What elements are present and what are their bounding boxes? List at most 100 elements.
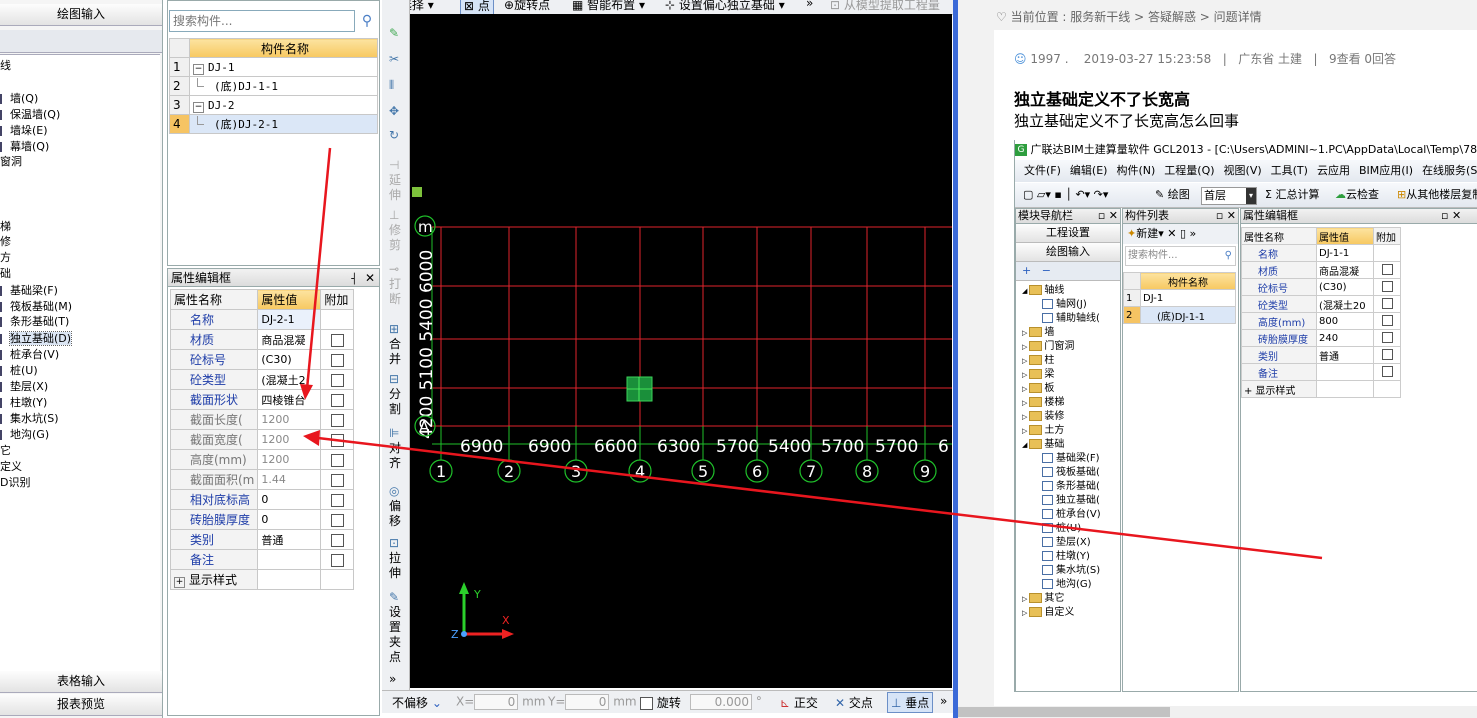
property-value-cell[interactable] (257, 549, 322, 570)
extra-checkbox[interactable] (330, 333, 344, 347)
rotate-tool-icon[interactable]: ↻ (389, 128, 403, 143)
scrollbar-thumb[interactable] (958, 707, 1170, 717)
rotate-checkbox[interactable]: 旋转 (640, 694, 681, 711)
split-button[interactable]: ⊟ 分割 (389, 372, 403, 417)
component-name-cell[interactable]: − DJ-2 (189, 95, 378, 115)
drawing-canvas[interactable]: 6900 6900 6600 6300 5700 5400 5700 5700 6 1 2 3 4 5 6… (410, 14, 952, 688)
intersect-button[interactable]: ✕ 交点 (835, 694, 873, 711)
property-value-cell[interactable]: 1200 (257, 409, 322, 430)
horizontal-scrollbar[interactable] (958, 706, 1477, 718)
property-value-cell[interactable]: 0 (257, 489, 322, 510)
search-component-input[interactable]: 搜索构件... (169, 10, 355, 32)
component-name-cell[interactable]: − DJ-1 (189, 57, 378, 77)
extra-checkbox[interactable] (330, 473, 344, 487)
extra-checkbox[interactable] (330, 553, 344, 567)
table-row[interactable]: 1− DJ-1 (169, 57, 378, 77)
vbar-more-icon[interactable]: » (389, 672, 403, 687)
extend-button[interactable]: ⊣ 延伸 (389, 158, 403, 203)
extra-checkbox[interactable] (330, 453, 344, 467)
point-button[interactable]: ⊠ 点 (460, 0, 494, 14)
pencil-icon[interactable]: ✎ (389, 26, 403, 41)
property-value-cell[interactable]: (混凝土2( (257, 369, 322, 390)
trim-button[interactable]: ⊥ 修剪 (389, 208, 403, 253)
property-row[interactable]: 砼标号 (C30) (169, 349, 355, 370)
extra-checkbox[interactable] (330, 433, 344, 447)
table-row[interactable]: 2 (底)DJ-1-1 (169, 76, 378, 96)
property-value-cell[interactable]: (C30) (257, 349, 322, 370)
nav-tree-item[interactable]: 保温墙(Q) (0, 106, 60, 122)
nav-tree-item[interactable]: D识别 (0, 474, 30, 490)
merge-button[interactable]: ⊞ 合并 (389, 322, 403, 367)
property-row[interactable]: 备注 (169, 549, 355, 570)
nav-tree-item[interactable]: 桩(U) (0, 362, 38, 378)
close-icon[interactable]: ✕ (365, 271, 375, 285)
table-row[interactable]: 3− DJ-2 (169, 95, 378, 115)
extra-checkbox[interactable] (330, 533, 344, 547)
nav-tree-item[interactable]: 方 (0, 249, 11, 265)
property-row[interactable]: 截面形状 四棱锥台 (169, 389, 355, 410)
property-row[interactable]: 高度(mm) 1200 (169, 449, 355, 470)
perp-button[interactable]: ⊥ 垂点 (887, 692, 934, 713)
component-name-cell[interactable]: (底)DJ-2-1 (189, 114, 378, 134)
property-row[interactable]: 截面长度(1200 (169, 409, 355, 430)
nav-tree-item[interactable]: 它 (0, 442, 11, 458)
expand-toggle[interactable]: + (174, 577, 185, 588)
property-value-cell[interactable]: 1.44 (257, 469, 322, 490)
nav-tree-item[interactable]: 垫层(X) (0, 378, 48, 394)
nav-tree-item[interactable]: 筏板基础(M) (0, 298, 72, 314)
table-input-button[interactable]: 表格输入 (0, 671, 162, 693)
property-row[interactable]: 材质 商品混凝 (169, 329, 355, 350)
nav-tree-item[interactable]: 墙垛(E) (0, 122, 48, 138)
property-value-cell[interactable]: 1200 (257, 429, 322, 450)
property-row[interactable]: 砖胎膜厚度 0 (169, 509, 355, 530)
scissors-icon[interactable]: ✂ (389, 52, 403, 67)
property-value-cell[interactable]: 0 (257, 509, 322, 530)
y-coord-field[interactable]: Y= 0 mm (548, 694, 637, 710)
extra-checkbox[interactable] (330, 493, 344, 507)
align-button[interactable]: ⊫ 对齐 (389, 426, 403, 471)
nav-tree-item[interactable]: 条形基础(T) (0, 313, 69, 329)
x-coord-field[interactable]: X= 0 mm (456, 694, 546, 710)
mirror-icon[interactable]: ⫴ (389, 78, 403, 93)
move-icon[interactable]: ✥ (389, 104, 403, 119)
nav-tree-item[interactable]: 修 (0, 233, 11, 249)
property-row[interactable]: 类别 普通 (169, 529, 355, 550)
smart-layout-button[interactable]: ▦ 智能布置 ▾ (572, 0, 645, 13)
set-grip-button[interactable]: ✎ 设置夹点 (389, 590, 403, 665)
property-value-cell[interactable]: 商品混凝 (257, 329, 322, 350)
question-user[interactable]: 1997 . (1030, 52, 1068, 66)
property-value-cell[interactable]: DJ-2-1 (257, 309, 322, 330)
stretch-button[interactable]: ⊡ 拉伸 (389, 536, 403, 581)
component-name-cell[interactable]: (底)DJ-1-1 (189, 76, 378, 96)
grip-point[interactable] (412, 187, 422, 197)
nav-tree-item[interactable]: 集水坑(S) (0, 410, 59, 426)
extract-quantity-button[interactable]: ⊡ 从模型提取工程量 (830, 0, 940, 13)
rotate-point-button[interactable]: ⊕旋转点 (504, 0, 550, 13)
property-value-cell[interactable] (257, 569, 322, 590)
extra-checkbox[interactable] (330, 413, 344, 427)
extra-checkbox[interactable] (330, 373, 344, 387)
extra-checkbox[interactable] (330, 393, 344, 407)
nav-tree-item[interactable]: 窗洞 (0, 153, 22, 169)
status-more-button[interactable]: » (940, 694, 947, 708)
set-offset-button[interactable]: ⊹ 设置偏心独立基础 ▾ (665, 0, 785, 13)
property-row[interactable]: 相对底标高 0 (169, 489, 355, 510)
break-button[interactable]: ⊸ 打断 (389, 262, 403, 307)
property-row[interactable]: 名称 DJ-2-1 (169, 309, 355, 330)
ortho-button[interactable]: ⊾ 正交 (780, 694, 818, 711)
nav-tree-item[interactable]: 柱墩(Y) (0, 394, 47, 410)
collapse-toggle[interactable]: − (193, 63, 204, 75)
pin-icon[interactable]: ┤ (351, 274, 357, 285)
nav-tree-item[interactable]: 地沟(G) (0, 426, 49, 442)
nav-tree-item[interactable]: 幕墙(Q) (0, 138, 49, 154)
collapse-toggle[interactable]: − (193, 101, 204, 113)
nav-tree-item[interactable]: 础 (0, 265, 11, 281)
nav-tree-item[interactable]: 线 (0, 57, 11, 73)
nav-tree-item[interactable]: 独立基础(D) (0, 330, 73, 346)
search-icon[interactable]: ⚲ (357, 11, 377, 31)
property-value-cell[interactable]: 1200 (257, 449, 322, 470)
property-row[interactable]: 截面宽度(1200 (169, 429, 355, 450)
table-row[interactable]: 4 (底)DJ-2-1 (169, 114, 378, 134)
property-value-cell[interactable]: 四棱锥台 (257, 389, 322, 410)
nav-tree-item[interactable]: 墙(Q) (0, 90, 38, 106)
